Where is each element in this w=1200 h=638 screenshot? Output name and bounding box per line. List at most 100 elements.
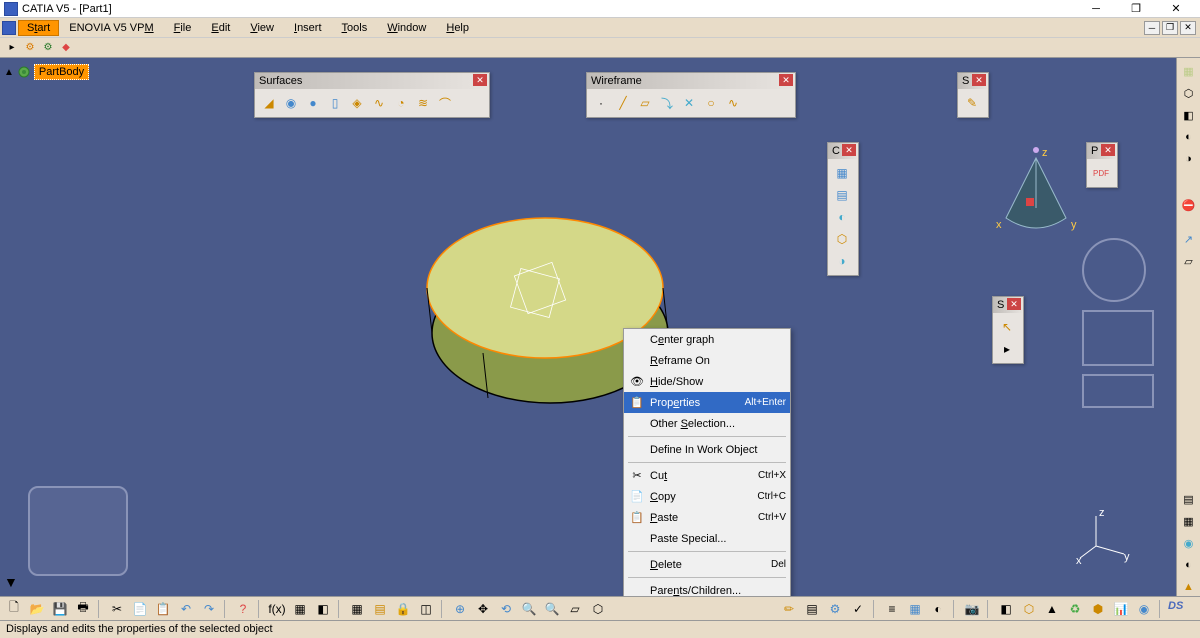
- fit-all-icon[interactable]: ⊕: [450, 599, 470, 619]
- context-menu[interactable]: Center graphReframe On👁Hide/Show📋Propert…: [623, 328, 791, 596]
- intersection-icon[interactable]: ✕: [679, 93, 699, 113]
- partbody-node[interactable]: PartBody: [34, 64, 89, 80]
- minimize-button[interactable]: ─: [1076, 0, 1116, 18]
- sphere-icon[interactable]: ●: [303, 93, 323, 113]
- bt-icon-5[interactable]: ◫: [416, 599, 436, 619]
- rs-icon-1[interactable]: ▦: [1180, 62, 1198, 80]
- c-toolbar-header[interactable]: C✕: [828, 143, 858, 159]
- s2-toolbar[interactable]: S✕ ↖ ▸: [992, 296, 1024, 364]
- spec-tree[interactable]: ▲ PartBody: [4, 64, 89, 80]
- bt-icon-2[interactable]: ◧: [313, 599, 333, 619]
- point-icon[interactable]: ·: [591, 93, 611, 113]
- context-menu-item-10[interactable]: 📋PasteCtrl+V: [624, 507, 790, 528]
- copy-icon[interactable]: 📄: [130, 599, 150, 619]
- rs-icon-3[interactable]: ◧: [1180, 106, 1198, 124]
- bt-icon-r1[interactable]: ✏: [779, 599, 799, 619]
- plane-icon[interactable]: ▱: [635, 93, 655, 113]
- viewport[interactable]: ▲ PartBody ▼ z x y z y x: [0, 58, 1176, 596]
- redo-icon[interactable]: ↷: [199, 599, 219, 619]
- mdi-restore-button[interactable]: ❐: [1162, 21, 1178, 35]
- bt-icon-r11[interactable]: ⬢: [1088, 599, 1108, 619]
- bt-icon-1[interactable]: ▦: [290, 599, 310, 619]
- zoom-out-icon[interactable]: 🔍: [542, 599, 562, 619]
- revolve-icon[interactable]: ◉: [281, 93, 301, 113]
- projection-icon[interactable]: ⤵: [657, 93, 677, 113]
- iso-icon[interactable]: ⬡: [588, 599, 608, 619]
- context-menu-item-0[interactable]: Center graph: [624, 329, 790, 350]
- sweep-icon[interactable]: ∿: [369, 93, 389, 113]
- s1-toolbar[interactable]: S✕ ✎: [957, 72, 989, 118]
- rs-icon-5[interactable]: ◑: [1180, 150, 1198, 168]
- context-menu-item-9[interactable]: 📄CopyCtrl+C: [624, 486, 790, 507]
- s1-toolbar-header[interactable]: S✕: [958, 73, 988, 89]
- context-menu-item-6[interactable]: Define In Work Object: [624, 439, 790, 460]
- rotate-icon[interactable]: ⟲: [496, 599, 516, 619]
- context-menu-item-15[interactable]: Parents/Children...: [624, 580, 790, 596]
- help-icon[interactable]: ?: [233, 599, 253, 619]
- thumbnail-preview[interactable]: [28, 486, 128, 576]
- bt-icon-r10[interactable]: ♻: [1065, 599, 1085, 619]
- c-toolbar[interactable]: C✕ ▦ ▤ ◐ ⬡ ◑: [827, 142, 859, 276]
- extrude-icon[interactable]: ◢: [259, 93, 279, 113]
- wireframe-close-button[interactable]: ✕: [779, 74, 793, 86]
- new-icon[interactable]: 🗋: [4, 599, 24, 619]
- mdi-close-button[interactable]: ✕: [1180, 21, 1196, 35]
- bt-icon-r8[interactable]: ⬡: [1019, 599, 1039, 619]
- pan-icon[interactable]: ✥: [473, 599, 493, 619]
- surfaces-toolbar-header[interactable]: Surfaces ✕: [255, 73, 489, 89]
- bt-icon-3[interactable]: ▦: [347, 599, 367, 619]
- p-close-button[interactable]: ✕: [1101, 144, 1115, 156]
- rs-icon-7[interactable]: ▱: [1180, 252, 1198, 270]
- wireframe-toolbar[interactable]: Wireframe ✕ · ╱ ▱ ⤵ ✕ ○ ∿: [586, 72, 796, 118]
- blend-icon[interactable]: ⌒: [435, 93, 455, 113]
- print-icon[interactable]: 🖶: [73, 599, 93, 619]
- bt-chart-icon[interactable]: 📊: [1111, 599, 1131, 619]
- tb-expand-icon[interactable]: ▸: [4, 40, 20, 56]
- c-close-button[interactable]: ✕: [842, 144, 856, 156]
- context-menu-item-8[interactable]: ✂CutCtrl+X: [624, 465, 790, 486]
- close-button[interactable]: ✕: [1156, 0, 1196, 18]
- context-menu-item-3[interactable]: 📋PropertiesAlt+Enter: [624, 392, 790, 413]
- menu-item-5[interactable]: Tools: [332, 20, 378, 36]
- circle-icon[interactable]: ○: [701, 93, 721, 113]
- context-menu-item-2[interactable]: 👁Hide/Show: [624, 371, 790, 392]
- context-menu-item-11[interactable]: Paste Special...: [624, 528, 790, 549]
- save-icon[interactable]: 💾: [50, 599, 70, 619]
- c-tool-5[interactable]: ◑: [832, 251, 852, 271]
- menu-item-6[interactable]: Window: [377, 20, 436, 36]
- bt-icon-r9[interactable]: ▲: [1042, 599, 1062, 619]
- multisection-icon[interactable]: ≋: [413, 93, 433, 113]
- select-more-icon[interactable]: ▸: [997, 339, 1017, 359]
- c-tool-3[interactable]: ◐: [832, 207, 852, 227]
- context-menu-item-4[interactable]: Other Selection...: [624, 413, 790, 434]
- camera-icon[interactable]: 📷: [962, 599, 982, 619]
- menu-item-3[interactable]: View: [240, 20, 284, 36]
- bt-lock-icon[interactable]: 🔒: [393, 599, 413, 619]
- surfaces-close-button[interactable]: ✕: [473, 74, 487, 86]
- s2-close-button[interactable]: ✕: [1007, 298, 1021, 310]
- rs-icon-4[interactable]: ◐: [1180, 128, 1198, 146]
- surfaces-toolbar[interactable]: Surfaces ✕ ◢ ◉ ● ▯ ◈ ∿ ◔ ≋ ⌒: [254, 72, 490, 118]
- s1-sketch-icon[interactable]: ✎: [962, 93, 982, 113]
- tree-scroll-down[interactable]: ▼: [4, 574, 18, 590]
- maximize-button[interactable]: ❐: [1116, 0, 1156, 18]
- offset-icon[interactable]: ◈: [347, 93, 367, 113]
- menu-item-7[interactable]: Help: [436, 20, 479, 36]
- menu-item-0[interactable]: ENOVIA V5 VPM: [59, 20, 163, 36]
- tb-icon-2[interactable]: ⚙: [40, 40, 56, 56]
- line-icon[interactable]: ╱: [613, 93, 633, 113]
- p-tool-pdf-icon[interactable]: PDF: [1091, 163, 1111, 183]
- menu-item-2[interactable]: Edit: [201, 20, 240, 36]
- c-tool-2[interactable]: ▤: [832, 185, 852, 205]
- context-menu-item-13[interactable]: DeleteDel: [624, 554, 790, 575]
- mdi-minimize-button[interactable]: ─: [1144, 21, 1160, 35]
- s1-close-button[interactable]: ✕: [972, 74, 986, 86]
- cylinder-icon[interactable]: ▯: [325, 93, 345, 113]
- select-arrow-icon[interactable]: ↖: [997, 317, 1017, 337]
- normal-view-icon[interactable]: ▱: [565, 599, 585, 619]
- p-toolbar-header[interactable]: P✕: [1087, 143, 1117, 159]
- rs-icon-12[interactable]: ▲: [1180, 578, 1198, 596]
- tb-icon-1[interactable]: ⚙: [22, 40, 38, 56]
- menu-item-1[interactable]: File: [164, 20, 202, 36]
- formula-icon[interactable]: f(x): [267, 599, 287, 619]
